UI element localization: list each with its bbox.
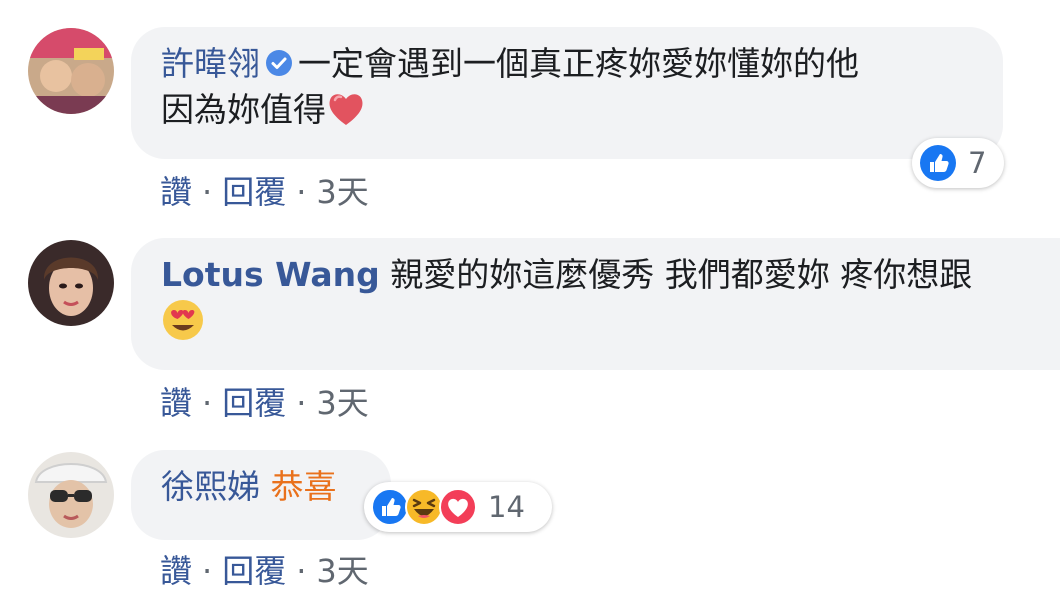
like-link[interactable]: 讚 (160, 173, 192, 211)
reaction-count: 7 (968, 146, 987, 180)
separator-dot: · (202, 552, 213, 590)
timestamp[interactable]: 3天 (316, 173, 368, 211)
reaction-count: 14 (488, 490, 525, 524)
timestamp[interactable]: 3天 (316, 384, 368, 422)
separator-dot: · (296, 173, 307, 211)
comment-actions: 讚 · 回覆 · 3天 (160, 546, 369, 592)
comment-text-line1: 親愛的妳這麼優秀 我們都愛妳 疼你想跟 (390, 255, 973, 294)
avatar-image (28, 240, 114, 326)
avatar[interactable] (28, 452, 114, 538)
reply-link[interactable]: 回覆 (222, 384, 286, 422)
avatar-image (28, 452, 114, 538)
reaction-summary[interactable]: 7 (912, 138, 1004, 188)
separator-dot: · (202, 173, 213, 211)
avatar[interactable] (28, 240, 114, 326)
love-icon (439, 488, 477, 526)
comment-actions: 讚 · 回覆 · 3天 (160, 378, 369, 424)
comment-bubble: 徐熙娣 恭喜 (131, 450, 391, 540)
timestamp[interactable]: 3天 (316, 552, 368, 590)
avatar[interactable] (28, 28, 114, 114)
heart-emoji-icon (329, 94, 363, 125)
comment-bubble: 許暐翎 一定會遇到一個真正疼妳愛妳懂妳的他 因為妳值得 (131, 27, 1003, 159)
reply-link[interactable]: 回覆 (222, 552, 286, 590)
comment-text-line1: 恭喜 (270, 467, 337, 506)
separator-dot: · (296, 384, 307, 422)
reaction-summary[interactable]: 14 (364, 482, 552, 532)
comment-text-line2: 因為妳值得 (161, 90, 326, 129)
like-icon (920, 145, 956, 181)
comment-actions: 讚 · 回覆 · 3天 (160, 167, 369, 213)
heart-eyes-emoji-icon (163, 300, 203, 340)
reply-link[interactable]: 回覆 (222, 173, 286, 211)
comment-text-line1: 一定會遇到一個真正疼妳愛妳懂妳的他 (298, 44, 859, 83)
avatar-image (28, 28, 114, 114)
like-link[interactable]: 讚 (160, 552, 192, 590)
separator-dot: · (202, 384, 213, 422)
separator-dot: · (296, 552, 307, 590)
author-name[interactable]: Lotus Wang (161, 255, 380, 294)
comment-bubble: Lotus Wang 親愛的妳這麼優秀 我們都愛妳 疼你想跟 (131, 238, 1060, 370)
like-link[interactable]: 讚 (160, 384, 192, 422)
author-name[interactable]: 徐熙娣 (161, 467, 260, 506)
verified-badge-icon (266, 50, 292, 76)
author-name[interactable]: 許暐翎 (161, 44, 260, 83)
